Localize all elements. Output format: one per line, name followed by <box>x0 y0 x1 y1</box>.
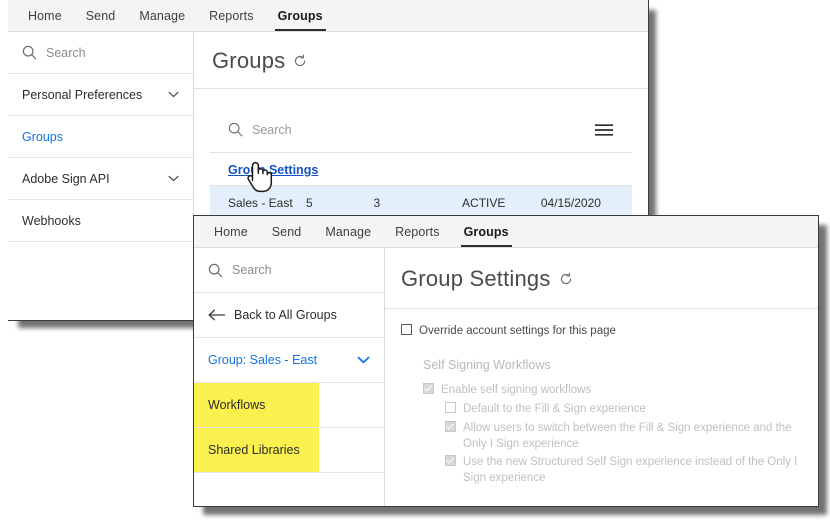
groups-search-placeholder: Search <box>252 122 292 137</box>
checkbox-icon[interactable] <box>401 324 412 340</box>
cell-group-name: Sales - East <box>228 196 293 210</box>
sidebar-item-label: Adobe Sign API <box>22 171 110 186</box>
sidebar-item-workflows[interactable]: Workflows <box>194 383 384 428</box>
sidebar-item-shared-libraries[interactable]: Shared Libraries <box>194 428 384 473</box>
cell-agreements-count: 3 <box>373 196 381 210</box>
checkbox-icon[interactable] <box>445 402 456 418</box>
sidebar-item-label: Webhooks <box>22 213 81 228</box>
page-title: Group Settings <box>385 248 818 308</box>
chevron-down-icon <box>357 356 370 364</box>
page-title-text: Groups <box>212 48 286 73</box>
back-to-all-groups-button[interactable]: Back to All Groups <box>194 293 384 338</box>
sidebar-search-placeholder: Search <box>232 263 272 277</box>
sidebar-item-webhooks[interactable]: Webhooks <box>8 200 193 242</box>
option-label: Enable self signing workflows <box>441 384 592 396</box>
sidebar-item-adobe-sign-api[interactable]: Adobe Sign API <box>8 158 193 200</box>
sidebar-item-label: Workflows <box>208 398 266 412</box>
sidebar-item-label: Groups <box>22 129 63 144</box>
nav-tab-manage[interactable]: Manage <box>313 216 383 247</box>
window-1-sidebar: Search Personal Preferences Groups Adobe… <box>8 32 194 320</box>
sidebar-item-groups[interactable]: Groups <box>8 116 193 158</box>
nav-tab-send[interactable]: Send <box>260 216 314 247</box>
refresh-icon[interactable] <box>559 272 573 286</box>
sidebar-search-placeholder: Search <box>46 45 86 60</box>
search-icon <box>208 263 223 278</box>
nav-tab-groups[interactable]: Groups <box>266 0 335 31</box>
override-account-settings-checkbox-row[interactable]: Override account settings for this page <box>401 323 804 340</box>
group-settings-window: Home Send Manage Reports Groups Search B… <box>193 215 819 507</box>
group-settings-link-row: Group Settings <box>210 153 632 186</box>
checkbox-icon[interactable] <box>445 455 456 471</box>
arrow-left-icon <box>208 308 226 322</box>
group-selector-dropdown[interactable]: Group: Sales - East <box>194 338 384 383</box>
page-title: Groups <box>194 32 648 88</box>
option-label: Default to the Fill & Sign experience <box>463 403 646 415</box>
group-selector-label: Group: Sales - East <box>208 353 318 367</box>
sidebar-search-input[interactable]: Search <box>8 32 193 74</box>
override-account-settings-label: Override account settings for this page <box>419 325 616 337</box>
hamburger-menu-icon[interactable] <box>594 123 614 137</box>
structured-self-sign-row[interactable]: Use the new Structured Self Sign experie… <box>445 454 804 486</box>
checkbox-icon[interactable] <box>445 421 456 437</box>
refresh-icon[interactable] <box>293 54 307 68</box>
window-2-sidebar: Search Back to All Groups Group: Sales -… <box>194 248 385 506</box>
cell-users-count: 5 <box>306 196 313 210</box>
chevron-down-icon <box>168 91 179 98</box>
nav-tab-home[interactable]: Home <box>16 0 74 31</box>
nav-tab-home[interactable]: Home <box>202 216 260 247</box>
allow-switch-experience-row[interactable]: Allow users to switch between the Fill &… <box>445 420 804 452</box>
nav-tab-reports[interactable]: Reports <box>383 216 451 247</box>
group-settings-link[interactable]: Group Settings <box>228 163 318 177</box>
window-2-top-navigation: Home Send Manage Reports Groups <box>194 216 818 248</box>
sidebar-item-label: Shared Libraries <box>208 443 300 457</box>
option-label: Use the new Structured Self Sign experie… <box>463 456 798 484</box>
page-title-text: Group Settings <box>401 266 551 291</box>
screenshot-root: Home Send Manage Reports Groups Search P… <box>0 0 830 520</box>
cell-status: ACTIVE <box>462 196 506 210</box>
back-to-all-groups-label: Back to All Groups <box>234 308 337 322</box>
settings-panel: Override account settings for this page … <box>385 309 818 486</box>
title-divider <box>194 88 648 89</box>
nav-tab-manage[interactable]: Manage <box>127 0 197 31</box>
sidebar-item-personal-preferences[interactable]: Personal Preferences <box>8 74 193 116</box>
groups-search-input[interactable]: Search <box>210 107 632 153</box>
nav-tab-reports[interactable]: Reports <box>197 0 265 31</box>
enable-self-signing-workflows-row[interactable]: Enable self signing workflows <box>423 382 804 399</box>
nav-tab-groups[interactable]: Groups <box>452 216 521 247</box>
checkbox-icon[interactable] <box>423 383 434 399</box>
window-1-top-navigation: Home Send Manage Reports Groups <box>8 0 648 32</box>
search-icon <box>228 122 243 137</box>
self-signing-workflows-section-label: Self Signing Workflows <box>423 358 551 372</box>
cell-created-date: 04/15/2020 <box>540 196 601 210</box>
sidebar-item-label: Personal Preferences <box>22 87 143 102</box>
option-label: Allow users to switch between the Fill &… <box>463 422 792 450</box>
nav-tab-send[interactable]: Send <box>74 0 128 31</box>
window-2-content: Group Settings Override account settings… <box>385 248 818 506</box>
chevron-down-icon <box>168 175 179 182</box>
search-icon <box>22 45 37 60</box>
default-fill-and-sign-row[interactable]: Default to the Fill & Sign experience <box>445 401 804 418</box>
sidebar-empty-space <box>8 242 193 284</box>
sidebar-search-input[interactable]: Search <box>194 248 384 293</box>
sidebar-empty-space <box>194 473 384 506</box>
window-2-body: Search Back to All Groups Group: Sales -… <box>194 248 818 506</box>
